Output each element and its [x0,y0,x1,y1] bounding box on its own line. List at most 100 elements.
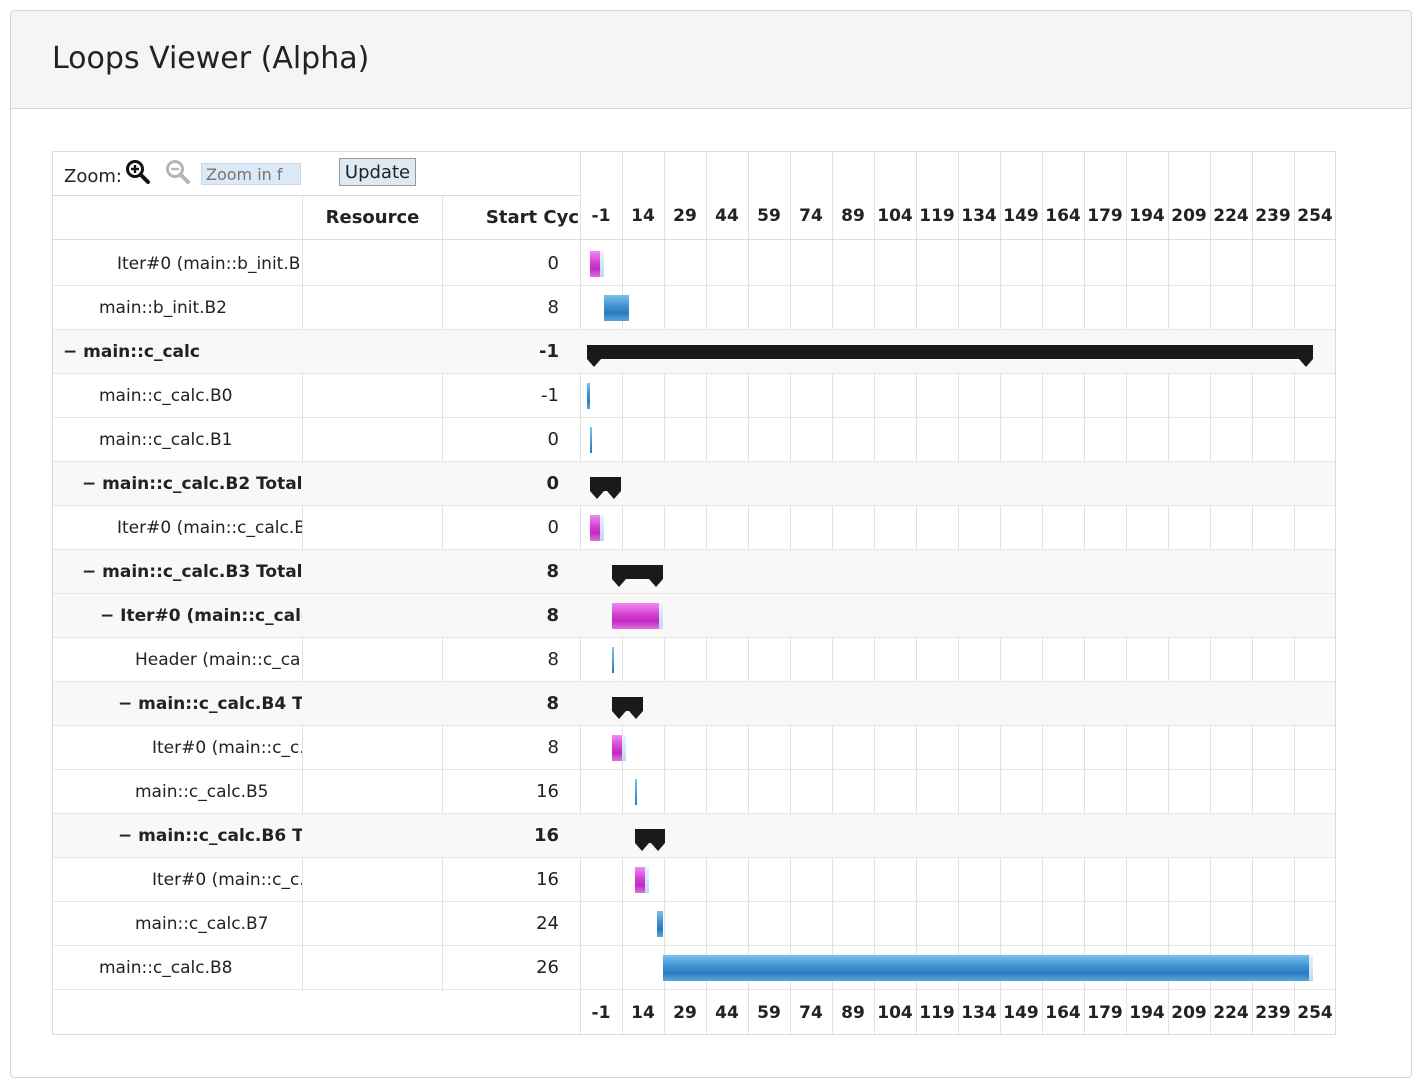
timeline-tick-label: 104 [877,1003,913,1023]
timeline-marker[interactable] [612,647,615,673]
row-start-cycle: 0 [547,253,559,274]
summary-bar[interactable] [587,345,1313,367]
timeline-tick-label: 14 [631,1003,655,1023]
bar-tail [599,515,604,541]
timeline-tick-label: -1 [591,206,611,226]
timeline-tick-label: 239 [1255,1003,1291,1023]
table-row[interactable]: main::c_calc.B7 24 [53,902,1335,946]
zoom-out-icon[interactable] [165,159,191,185]
timeline-marker[interactable] [634,779,637,805]
timeline-tick-label: 89 [841,206,865,226]
table-row[interactable]: Header (main::c_cal... 8 [53,638,1335,682]
summary-bar[interactable] [612,697,643,719]
row-start-cycle: 8 [547,297,559,318]
row-label[interactable]: − main::c_calc.B4 To... [118,682,302,726]
timeline-tick-label: 149 [1003,1003,1039,1023]
row-label[interactable]: − main::c_calc.B3 Total L... [82,550,302,594]
timeline-tick-label: 179 [1087,206,1123,226]
timeline-tick-label: 89 [841,1003,865,1023]
group-row[interactable]: − main::c_calc.B4 To... 8 [53,682,1335,726]
summary-bar[interactable] [634,829,666,851]
timeline-marker[interactable] [589,427,592,453]
row-start-cycle: 0 [547,517,559,538]
row-label[interactable]: − main::c_calc [63,330,302,374]
row-start-cycle: 0 [547,429,559,450]
update-button[interactable]: Update [339,158,416,186]
table-row[interactable]: Iter#0 (main::b_init.B1) 0 [53,242,1335,286]
zoom-label: Zoom: [64,166,122,187]
timeline-bar[interactable] [657,911,663,937]
timeline-bar[interactable] [634,867,649,893]
timeline-bar[interactable] [589,515,604,541]
bar-tail [644,867,649,893]
row-start-cycle: 8 [546,693,559,714]
group-row[interactable]: − main::c_calc.B3 Total L... 8 [53,550,1335,594]
zoom-factor-input[interactable] [201,163,301,185]
table-row[interactable]: Iter#0 (main::c_c... 8 [53,726,1335,770]
row-label: main::c_calc.B0 [99,386,233,406]
bar-tail [622,735,627,761]
timeline-tick-label: 74 [799,1003,823,1023]
timeline-tick-label: 239 [1255,206,1291,226]
timeline-tick-label: 209 [1171,206,1207,226]
timeline-bar[interactable] [603,295,629,321]
row-label: main::c_calc.B5 [135,782,269,802]
summary-bar[interactable] [589,477,621,499]
timeline-tick-label: 194 [1129,206,1165,226]
row-label: Iter#0 (main::b_init.B1) [117,254,302,274]
table-row[interactable]: main::c_calc.B5 16 [53,770,1335,814]
row-start-cycle: 16 [533,825,559,846]
row-start-cycle: 8 [546,561,559,582]
timeline-tick-label: 119 [919,206,955,226]
timeline-tick-label: -1 [591,1003,611,1023]
table-row[interactable]: Iter#0 (main::c_c... 16 [53,858,1335,902]
timeline-tick-label: 59 [757,1003,781,1023]
timeline-tick-label: 149 [1003,206,1039,226]
table-row[interactable]: main::c_calc.B1 0 [53,418,1335,462]
timeline-tick-label: 224 [1213,1003,1249,1023]
timeline-bar[interactable] [662,955,1313,981]
timeline-tick-label: 74 [799,206,823,226]
row-label[interactable]: − Iter#0 (main::c_calc.... [100,594,302,638]
resource-column-header[interactable]: Resource [303,196,442,240]
timeline-tick-label: 209 [1171,1003,1207,1023]
timeline-tick-label: 224 [1213,206,1249,226]
table-row[interactable]: main::c_calc.B0 -1 [53,374,1335,418]
row-start-cycle: 26 [536,957,559,978]
bar-tail [599,251,604,277]
group-row[interactable]: − main::c_calc -1 [53,330,1335,374]
timeline-bar[interactable] [612,603,663,629]
row-start-cycle: 8 [547,737,559,758]
timeline-tick-label: 44 [715,206,739,226]
table-row[interactable]: main::c_calc.B8 26 [53,946,1335,990]
group-row[interactable]: − main::c_calc.B2 Total L... 0 [53,462,1335,506]
timeline-tick-label: 14 [631,206,655,226]
row-label: main::c_calc.B8 [99,958,233,978]
group-row[interactable]: − Iter#0 (main::c_calc.... 8 [53,594,1335,638]
timeline-bar[interactable] [612,735,627,761]
row-label[interactable]: − main::c_calc.B2 Total L... [82,462,302,506]
row-start-cycle: -1 [541,385,559,406]
timeline-bar[interactable] [589,251,604,277]
group-row[interactable]: − main::c_calc.B6 To... 16 [53,814,1335,858]
row-label[interactable]: − main::c_calc.B6 To... [118,814,302,858]
timeline-tick-label: 29 [673,1003,697,1023]
zoom-in-icon[interactable] [125,159,151,185]
start-cycle-column-header[interactable]: Start Cyc [443,196,580,240]
table-row[interactable]: Iter#0 (main::c_calc.B2) 0 [53,506,1335,550]
loops-gantt-viewer: Zoom: Update Resource Start Cyc -1 14 29 44… [52,151,1336,1035]
bar-tail [658,603,663,629]
timeline-tick-label: 254 [1297,1003,1333,1023]
timeline-tick-label: 29 [673,206,697,226]
table-row[interactable]: main::b_init.B2 8 [53,286,1335,330]
row-start-cycle: 0 [546,473,559,494]
timeline-tick-label: 104 [877,206,913,226]
header-divider [53,239,1335,240]
summary-bar[interactable] [612,565,663,587]
bar-tail [1308,955,1313,981]
timeline-bar[interactable] [587,383,590,409]
timeline-tick-label: 119 [919,1003,955,1023]
timeline-tick-label: 164 [1045,1003,1081,1023]
panel-header: Loops Viewer (Alpha) [11,11,1411,109]
row-start-cycle: 16 [536,781,559,802]
